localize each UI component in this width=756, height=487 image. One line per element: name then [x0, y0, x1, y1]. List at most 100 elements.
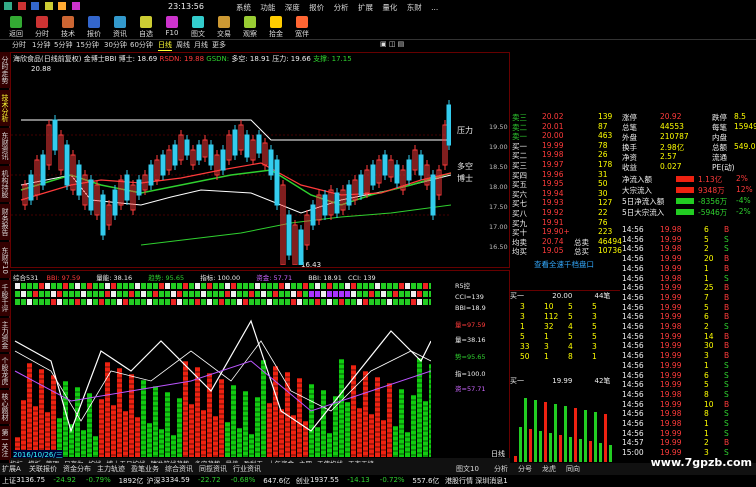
bottom-tab[interactable]: 行业资讯 — [233, 464, 261, 474]
order-book-row[interactable]: 买十 19.90+ 223 — [510, 227, 620, 237]
tick-list[interactable]: 14:56 19.98 6 B 14:56 19.99 5 S 14:56 19.98 2 S 14:5… — [620, 225, 756, 463]
kline-chart[interactable]: 海欣食品(日线前复权) 金博士BBI 博士: 18.69 RSDN: 19.88… — [10, 52, 510, 269]
trade-button[interactable]: 交易 — [212, 15, 236, 39]
order-book-row[interactable]: 买六 19.94 30 — [510, 189, 620, 199]
technical-button[interactable]: 技术 — [56, 15, 80, 39]
companion-icon — [296, 16, 308, 28]
menu-analysis[interactable]: 分析 — [334, 3, 349, 12]
bottom-tab[interactable]: 主力轨迹 — [97, 464, 125, 474]
tick-side: B — [724, 292, 730, 302]
vtab-dragon[interactable]: 个股龙虎 — [0, 354, 10, 388]
menu-quant[interactable]: 量化 — [382, 3, 397, 12]
vtab-f10[interactable]: 东财F10 — [0, 242, 10, 278]
right-panel-tab[interactable]: 图文10 — [456, 464, 479, 474]
period-intraday[interactable]: 分时 — [12, 40, 26, 50]
f10-icon — [166, 16, 178, 28]
f10-button[interactable]: F10 — [160, 15, 184, 39]
period-30min[interactable]: 30分钟 — [104, 40, 127, 50]
back-button[interactable]: 返回 — [4, 15, 28, 39]
period-daily[interactable]: 日线 — [158, 40, 172, 51]
vtab-capital[interactable]: 主力资金 — [0, 318, 10, 352]
menu-quote[interactable]: 报价 — [309, 3, 324, 12]
menu-more[interactable]: ... — [431, 3, 438, 12]
bottom-tab[interactable]: 关联报价 — [29, 464, 57, 474]
bottom-tab[interactable]: 综合资讯 — [165, 464, 193, 474]
graphic-button[interactable]: 图文 — [186, 15, 210, 39]
full-depth-link[interactable]: 查看全速千档盘口 — [534, 259, 594, 269]
indicator-bar — [237, 428, 242, 457]
right-panel-tab[interactable]: 分号 — [518, 464, 532, 474]
menu-system[interactable]: 系统 — [236, 3, 251, 12]
flow-label: 净流入额 — [622, 175, 652, 184]
period-monthly[interactable]: 月线 — [194, 40, 208, 50]
queue-cell: 1 — [520, 322, 525, 331]
tick-row: 14:56 19.99 30 B — [620, 341, 756, 351]
gold-button[interactable]: 拾金 — [264, 15, 288, 39]
vtab-holdings[interactable]: 机构持股 — [0, 166, 10, 202]
right-panel-tab[interactable]: 同向 — [566, 464, 580, 474]
signal-dot — [351, 283, 356, 289]
companion-button[interactable]: 宽伴 — [290, 15, 314, 39]
news-button[interactable]: 资讯 — [108, 15, 132, 39]
period-more[interactable]: 更多 — [212, 40, 226, 50]
order-book-row[interactable]: 买九 19.91 76 — [510, 218, 620, 228]
bottom-tab[interactable]: 资金分布 — [63, 464, 91, 474]
vtab-intraday[interactable]: 分时走势 — [0, 52, 10, 88]
left-tab-strip: 分时走势 技术分析 东财资讯 机构持股 财务报告 东财F10 千股千评 主力资金… — [0, 52, 10, 472]
signal-dot — [267, 291, 272, 297]
vtab-technical[interactable]: 技术分析 — [0, 90, 10, 126]
right-panel-tab[interactable]: 分析 — [494, 464, 508, 474]
menu-depth[interactable]: 深度 — [285, 3, 300, 12]
period-1min[interactable]: 1分钟 — [32, 40, 50, 50]
period-60min[interactable]: 60分钟 — [130, 40, 153, 50]
vtab-finance[interactable]: 财务报告 — [0, 204, 10, 240]
avg-price: 19.05 — [542, 246, 564, 256]
vtab-focus[interactable]: 第一关注 — [0, 426, 10, 460]
menu-function[interactable]: 功能 — [260, 3, 275, 12]
order-book-row[interactable]: 买七 19.93 127 — [510, 198, 620, 208]
observe-button[interactable]: 观察 — [238, 15, 262, 39]
indicator-panel[interactable]: 综合531 BBI: 97.59 量能: 38.16 趋势: 95.65 指标:… — [10, 270, 510, 460]
order-book-row[interactable]: 买四 19.96 31 — [510, 170, 620, 180]
period-15min[interactable]: 15分钟 — [76, 40, 99, 50]
signal-dot — [117, 291, 122, 297]
period-weekly[interactable]: 周线 — [176, 40, 190, 50]
signal-dot — [243, 299, 248, 305]
bottom-tab[interactable]: 扩展A — [2, 464, 21, 474]
intraday-button[interactable]: 分时 — [30, 15, 54, 39]
tick-volume: 20 — [704, 254, 714, 264]
tick-time: 14:56 — [622, 312, 644, 322]
tick-time: 14:56 — [622, 419, 644, 428]
flow-row: 大宗流入 9348万 12% — [620, 185, 756, 195]
order-book-row[interactable]: 买八 19.92 22 — [510, 208, 620, 218]
bottom-tab[interactable]: 同揽资讯 — [199, 464, 227, 474]
bottom-tab[interactable]: 盈笔业务 — [131, 464, 159, 474]
vtab-comment[interactable]: 千股千评 — [0, 280, 10, 316]
watchlist-button[interactable]: 自选 — [134, 15, 158, 39]
order-book-row[interactable]: 卖一 20.00 463 — [510, 131, 620, 141]
signal-dot — [285, 299, 290, 305]
menu-extend[interactable]: 扩展 — [358, 3, 373, 12]
window-icons[interactable] — [4, 2, 80, 12]
tick-time: 14:56 — [622, 322, 644, 331]
order-book-row[interactable]: 买二 19.98 26 — [510, 150, 620, 160]
flow-value: 1.13亿 — [698, 175, 723, 184]
signal-dot — [45, 299, 50, 305]
order-book-row[interactable]: 买一 19.99 78 — [510, 141, 620, 151]
queue-bar — [569, 437, 572, 462]
period-5min[interactable]: 5分钟 — [54, 40, 72, 50]
vtab-topic[interactable]: 核心题材 — [0, 390, 10, 424]
order-book-row[interactable]: 卖三 20.02 139 — [510, 112, 620, 122]
menu-eastmoney[interactable]: 东财 — [407, 3, 422, 12]
order-book-row[interactable]: 卖二 20.01 87 — [510, 122, 620, 132]
tick-row: 14:57 19.99 2 B — [620, 438, 756, 448]
quote-button[interactable]: 报价 — [82, 15, 106, 39]
order-book-row[interactable]: 买五 19.95 50 — [510, 179, 620, 189]
vtab-news[interactable]: 东财资讯 — [0, 128, 10, 164]
signal-dot — [51, 283, 56, 289]
queue-row: 1 32 4 5 — [510, 322, 620, 332]
flow-value: -8356万 — [698, 197, 728, 206]
tick-volume: 10 — [704, 399, 714, 409]
right-panel-tab[interactable]: 龙虎 — [542, 464, 556, 474]
order-book-row[interactable]: 买三 19.97 178 — [510, 160, 620, 170]
